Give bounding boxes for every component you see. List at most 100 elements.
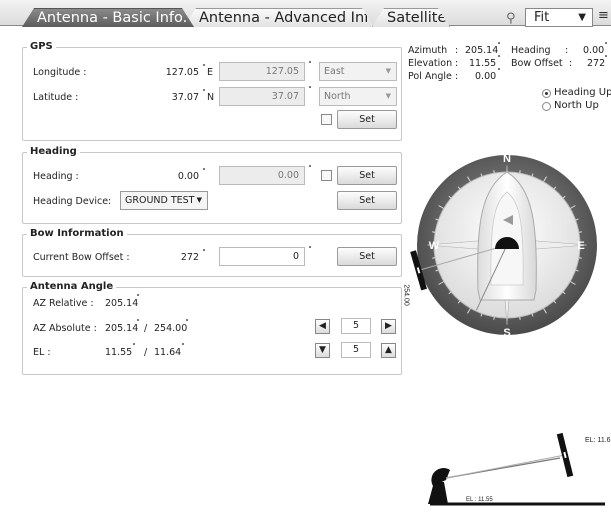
- tab-satellite[interactable]: Satellite: [372, 8, 450, 27]
- el-step-input[interactable]: 5: [341, 342, 371, 358]
- heading-value: 0.00: [177, 171, 199, 182]
- bow-info-group-title: Bow Information: [27, 228, 127, 239]
- az-increase-button[interactable]: ▶: [381, 319, 396, 334]
- degree-mark: ˚: [181, 343, 185, 352]
- degree-mark: ˚: [604, 42, 608, 51]
- colon: :: [569, 58, 573, 69]
- az-absolute-label: AZ Absolute :: [33, 323, 97, 334]
- satellite-az-label: 254.00: [403, 284, 410, 306]
- heading-device-set-button[interactable]: Set: [337, 191, 397, 210]
- bow-offset-input[interactable]: 0: [219, 247, 305, 266]
- compass-west-label: W: [429, 240, 440, 252]
- compass-north-label: N: [503, 153, 511, 165]
- el-value: 11.55: [105, 347, 133, 358]
- longitude-label: Longitude :: [33, 67, 87, 78]
- latitude-value: 37.07: [171, 92, 199, 103]
- latitude-direction-select[interactable]: North ▼: [319, 87, 397, 106]
- latitude-input[interactable]: 37.07: [219, 87, 305, 106]
- heading-up-radio[interactable]: [542, 89, 551, 98]
- heading-device-label: Heading Device:: [33, 196, 112, 207]
- latitude-unit: N: [207, 92, 215, 103]
- status-heading-value: 0.00: [583, 45, 605, 56]
- elevation-view: EL: 11.6 EL : 11.55: [428, 432, 611, 506]
- gps-group-title: GPS: [27, 41, 56, 52]
- gps-manual-checkbox[interactable]: [321, 114, 332, 125]
- chevron-down-icon: ▼: [578, 12, 586, 23]
- degree-mark: ˚: [185, 319, 189, 328]
- degree-mark: ˚: [604, 55, 608, 64]
- antenna-angle-group-title: Antenna Angle: [27, 281, 117, 292]
- north-up-radio[interactable]: [542, 102, 551, 111]
- degree-mark: ˚: [202, 89, 206, 98]
- compass-view: N S W E 254.00: [403, 153, 597, 339]
- degree-mark: ˚: [497, 42, 501, 51]
- longitude-unit: E: [207, 67, 214, 78]
- arrow-right-icon: ▶: [385, 321, 392, 331]
- heading-group-title: Heading: [27, 146, 80, 157]
- degree-mark: ˚: [497, 55, 501, 64]
- bow-offset-value: 272: [180, 252, 199, 263]
- pin-icon[interactable]: ⚲: [506, 11, 516, 26]
- tab-antenna-advanced-info[interactable]: Antenna - Advanced Info.: [184, 8, 374, 27]
- compass-tick: [432, 257, 436, 259]
- degree-mark: ˚: [308, 86, 312, 95]
- bow-offset-label: Current Bow Offset :: [33, 252, 130, 263]
- az-absolute-target: 254.00: [154, 323, 188, 334]
- compass-tick: [493, 316, 495, 320]
- bow-offset-set-button[interactable]: Set: [337, 247, 397, 266]
- degree-mark: ˚: [136, 319, 140, 328]
- degree-mark: ˚: [202, 249, 206, 258]
- zoom-select-value: Fit: [534, 10, 550, 25]
- satellite-icon: [556, 432, 574, 478]
- el-label: EL :: [33, 347, 51, 358]
- chevron-down-icon: ▼: [196, 196, 202, 204]
- ground-antenna-icon: [428, 468, 450, 504]
- degree-mark: ˚: [202, 64, 206, 73]
- elevation-value: 11.55: [469, 58, 497, 69]
- colon: :: [565, 45, 569, 56]
- status-heading-label: Heading: [511, 45, 551, 56]
- status-bow-offset-value: 272: [587, 58, 606, 69]
- menu-more-icon[interactable]: ≡: [598, 9, 609, 22]
- el-increase-button[interactable]: ▲: [381, 343, 396, 358]
- az-relative-label: AZ Relative :: [33, 298, 94, 309]
- heading-up-label[interactable]: Heading Up: [554, 87, 611, 98]
- azimuth-label: Azimuth: [408, 45, 448, 56]
- compass-south-label: S: [503, 327, 510, 339]
- heading-input[interactable]: 0.00: [219, 166, 305, 185]
- degree-mark: ˚: [132, 343, 136, 352]
- arrow-down-icon: ▼: [319, 345, 326, 355]
- colon: :: [455, 45, 459, 56]
- longitude-input[interactable]: 127.05: [219, 62, 305, 81]
- elevation-label: Elevation: [408, 58, 453, 69]
- latitude-direction-value: North: [324, 91, 351, 102]
- compass-tick: [432, 231, 436, 233]
- heading-set-button[interactable]: Set: [337, 166, 397, 185]
- degree-mark: ˚: [202, 168, 206, 177]
- az-step-input[interactable]: 5: [341, 318, 371, 334]
- el-decrease-button[interactable]: ▼: [315, 343, 330, 358]
- heading-device-select[interactable]: GROUND TEST ▼: [120, 191, 208, 210]
- chevron-down-icon: ▼: [385, 92, 391, 100]
- gps-set-button[interactable]: Set: [337, 110, 397, 129]
- pol-angle-label: Pol Angle: [408, 71, 452, 82]
- longitude-direction-select[interactable]: East ▼: [319, 62, 397, 81]
- heading-device-value: GROUND TEST: [125, 195, 195, 206]
- elevation-target-line: [445, 454, 566, 479]
- longitude-direction-value: East: [324, 66, 345, 77]
- heading-manual-checkbox[interactable]: [321, 170, 332, 181]
- tab-bar: Antenna - Basic Info. Antenna - Advanced…: [0, 0, 611, 27]
- degree-mark: ˚: [497, 68, 501, 77]
- az-decrease-button[interactable]: ◀: [315, 319, 330, 334]
- separator: /: [144, 323, 148, 334]
- colon: :: [455, 71, 459, 82]
- az-absolute-value: 205.14: [105, 323, 139, 334]
- zoom-select[interactable]: Fit ▼: [525, 8, 593, 27]
- tab-antenna-basic-info[interactable]: Antenna - Basic Info.: [22, 8, 194, 27]
- degree-mark: ˚: [308, 165, 312, 174]
- north-up-label[interactable]: North Up: [554, 100, 599, 111]
- degree-mark: ˚: [308, 246, 312, 255]
- colon: :: [455, 58, 459, 69]
- bow-info-group: Bow Information Current Bow Offset : 272…: [22, 228, 402, 277]
- separator: /: [144, 347, 148, 358]
